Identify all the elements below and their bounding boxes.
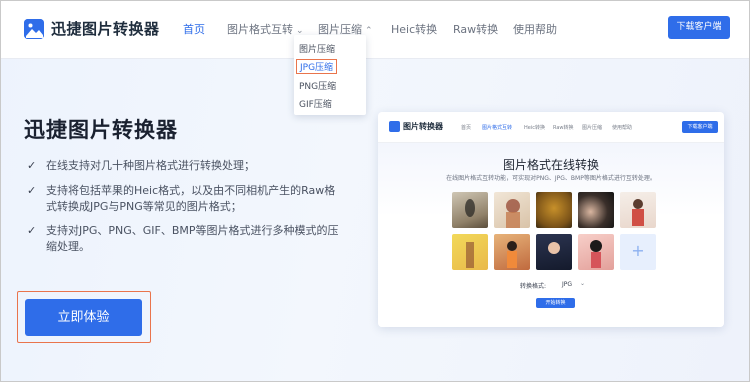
dropdown-item-jpg-compress[interactable]: JPG压缩 <box>296 59 338 74</box>
preview-subtitle: 在线图片格式互转功能，可实现对PNG、JPG、BMP等图片格式进行互转处理。 <box>446 175 656 182</box>
nav-item-raw[interactable]: Raw转换 <box>453 21 498 37</box>
preview-logo-icon <box>389 121 400 132</box>
thumbnail-image <box>452 234 488 270</box>
thumbnail-image <box>536 234 572 270</box>
page-frame: 迅捷图片转换器 首页 图片格式互转 ⌄ 图片压缩 ⌃ Heic转换 Raw转换 使用… <box>0 0 750 382</box>
brand-logo[interactable]: 迅捷图片转换器 <box>24 18 160 39</box>
dropdown-item-image-compress[interactable]: 图片压缩 <box>299 42 335 55</box>
preview-format-value: JPG <box>562 281 573 288</box>
check-icon: ✓ <box>27 159 37 172</box>
brand-name: 迅捷图片转换器 <box>51 20 160 38</box>
feature-text: 支持对JPG、PNG、GIF、BMP等图片格式进行多种模式的压缩处理。 <box>46 224 339 253</box>
thumbnail-image <box>494 234 530 270</box>
preview-download-button: 下载客户端 <box>682 121 718 133</box>
preview-format-label: 转换格式: <box>520 283 547 290</box>
try-now-button[interactable]: 立即体验 <box>25 299 142 336</box>
preview-nav-item: 图片压缩 <box>582 125 603 131</box>
thumbnail-image <box>578 234 614 270</box>
add-image-icon: + <box>620 234 656 270</box>
nav-item-home[interactable]: 首页 <box>183 21 205 37</box>
check-icon: ✓ <box>27 224 37 237</box>
preview-brand-name: 图片转换器 <box>403 122 443 131</box>
hero-title: 迅捷图片转换器 <box>24 118 178 142</box>
feature-text: 在线支持对几十种图片格式进行转换处理； <box>46 159 255 172</box>
preview-nav-item: Heic转换 <box>524 125 545 131</box>
preview-nav-item: 首页 <box>461 125 472 131</box>
thumbnail-image <box>578 192 614 228</box>
dropdown-item-gif-compress[interactable]: GIF压缩 <box>299 97 332 110</box>
nav-item-heic[interactable]: Heic转换 <box>391 21 437 37</box>
check-icon: ✓ <box>27 184 37 197</box>
preview-screenshot: 图片转换器 首页 图片格式互转 Heic转换 Raw转换 图片压缩 使用帮助 下… <box>378 112 724 327</box>
thumbnail-image <box>452 192 488 228</box>
compress-dropdown-menu: 图片压缩 JPG压缩 PNG压缩 GIF压缩 <box>294 35 366 115</box>
top-navbar: 迅捷图片转换器 首页 图片格式互转 ⌄ 图片压缩 ⌃ Heic转换 Raw转换 使用… <box>1 1 749 59</box>
chevron-down-icon: ⌄ <box>580 280 586 287</box>
nav-item-label: 图片格式互转 <box>227 23 293 36</box>
nav-item-format-convert[interactable]: 图片格式互转 ⌄ <box>227 21 304 37</box>
feature-text: 支持将包括苹果的Heic格式，以及由不同相机产生的Raw格式转换成JPG与PNG… <box>46 184 336 213</box>
preview-title: 图片格式在线转换 <box>502 158 599 172</box>
preview-convert-button: 开始转换 <box>536 298 575 308</box>
download-client-button[interactable]: 下载客户端 <box>668 16 730 39</box>
thumbnail-image <box>620 192 656 228</box>
preview-nav-item: 使用帮助 <box>612 125 633 131</box>
logo-image-icon <box>24 18 44 39</box>
dropdown-item-png-compress[interactable]: PNG压缩 <box>299 79 336 92</box>
preview-nav-item: 图片格式互转 <box>482 125 513 131</box>
thumbnail-image <box>494 192 530 228</box>
chevron-up-icon: ⌃ <box>365 26 373 36</box>
preview-navbar: 图片转换器 首页 图片格式互转 Heic转换 Raw转换 图片压缩 使用帮助 下… <box>378 112 724 143</box>
thumbnail-image <box>536 192 572 228</box>
preview-nav-item: Raw转换 <box>553 125 574 131</box>
nav-item-help[interactable]: 使用帮助 <box>513 21 557 37</box>
